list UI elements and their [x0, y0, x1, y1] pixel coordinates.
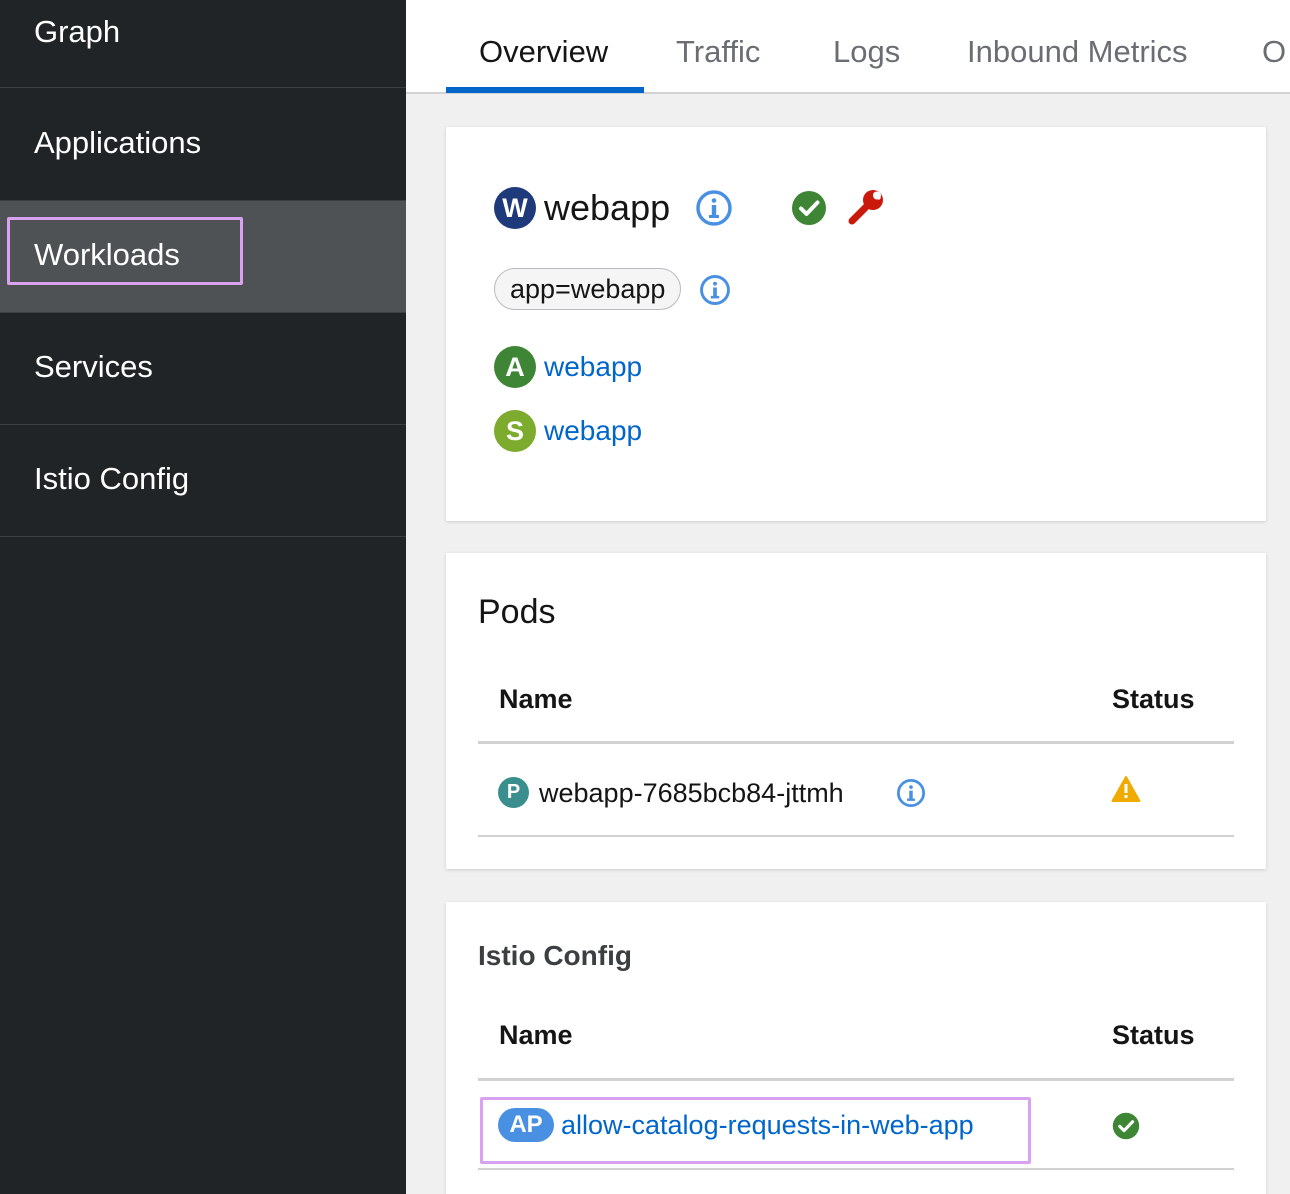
istio-config-title: Istio Config — [478, 940, 632, 971]
info-icon[interactable] — [896, 778, 926, 808]
main-content: Overview Traffic Logs Inbound Metrics O … — [406, 0, 1290, 1194]
pods-card: Pods Name Status P webapp-7685bcb84-jttm… — [446, 553, 1266, 869]
app-link[interactable]: webapp — [544, 351, 642, 383]
pods-title: Pods — [478, 593, 556, 631]
workload-overview-card: W webapp app=webapp A webapp S webapp — [446, 127, 1266, 521]
tab-logs[interactable]: Logs — [833, 34, 900, 70]
info-icon[interactable] — [699, 274, 731, 306]
tab-traffic[interactable]: Traffic — [676, 34, 760, 70]
service-badge: S — [494, 410, 536, 452]
tab-inbound-metrics[interactable]: Inbound Metrics — [967, 34, 1188, 70]
label-chip: app=webapp — [494, 268, 682, 310]
istio-config-card: Istio Config Name Status AP allow-catalo… — [446, 902, 1266, 1194]
table-header-divider — [478, 741, 1234, 744]
istio-config-link[interactable]: allow-catalog-requests-in-web-app — [561, 1110, 974, 1141]
sidebar-item-workloads[interactable]: Workloads — [0, 201, 406, 313]
app-badge: A — [494, 346, 536, 388]
check-circle-icon — [1112, 1112, 1140, 1140]
sidebar-item-applications[interactable]: Applications — [0, 89, 406, 201]
tab-bar: Overview Traffic Logs Inbound Metrics O — [406, 0, 1290, 94]
workload-title: webapp — [544, 187, 671, 228]
wrench-icon — [848, 190, 883, 225]
sidebar-item-label: Applications — [34, 125, 202, 160]
pod-badge: P — [498, 777, 529, 808]
table-header-divider — [478, 1078, 1234, 1081]
istio-status-header: Status — [1112, 1020, 1195, 1050]
authorization-policy-badge: AP — [498, 1108, 554, 1142]
service-link[interactable]: webapp — [544, 415, 642, 447]
pod-name: webapp-7685bcb84-jttmh — [539, 778, 844, 808]
istio-name-header: Name — [499, 1020, 573, 1050]
sidebar-item-label: Workloads — [34, 237, 180, 272]
sidebar-nav: Graph Applications Workloads Services Is… — [0, 0, 406, 1194]
check-circle-icon — [792, 191, 826, 225]
sidebar-item-services[interactable]: Services — [0, 313, 406, 425]
pods-status-header: Status — [1112, 684, 1195, 714]
sidebar-item-label: Istio Config — [34, 461, 190, 496]
warning-icon — [1111, 776, 1141, 802]
row-divider — [478, 1168, 1234, 1170]
info-icon[interactable] — [695, 189, 733, 227]
workload-badge: W — [494, 187, 536, 229]
active-tab-indicator — [446, 87, 644, 93]
sidebar-item-istio-config[interactable]: Istio Config — [0, 425, 406, 537]
sidebar-item-label: Services — [34, 349, 153, 384]
pods-name-header: Name — [499, 684, 573, 714]
sidebar-item-graph[interactable]: Graph — [0, 0, 406, 88]
row-divider — [478, 835, 1234, 837]
tab-overview[interactable]: Overview — [479, 34, 608, 70]
sidebar-item-label: Graph — [34, 14, 121, 49]
tab-outbound-metrics[interactable]: O — [1262, 34, 1286, 70]
